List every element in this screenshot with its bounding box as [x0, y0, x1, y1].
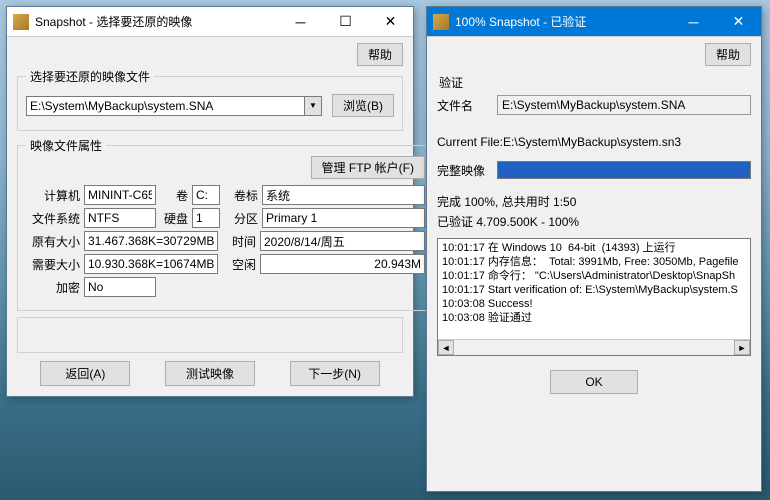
image-path-input[interactable]: [26, 96, 304, 116]
log-content: 10:01:17 在 Windows 10 64-bit (14393) 上运行…: [442, 242, 739, 324]
computer-field[interactable]: [84, 185, 156, 205]
window-title: 100% Snapshot - 已验证: [455, 13, 671, 30]
window-content: 帮助 验证 文件名 E:\System\MyBackup\system.SNA …: [427, 37, 761, 404]
vollabel-field[interactable]: [262, 185, 425, 205]
image-path-dropdown[interactable]: ▼: [26, 96, 322, 116]
full-image-label: 完整映像: [437, 162, 489, 179]
log-textarea[interactable]: 10:01:17 在 Windows 10 64-bit (14393) 上运行…: [437, 238, 751, 356]
verify-window: 100% Snapshot - 已验证 ─ ✕ 帮助 验证 文件名 E:\Sys…: [426, 6, 762, 492]
help-button[interactable]: 帮助: [357, 43, 403, 66]
empty-group: [17, 317, 403, 353]
window-title: Snapshot - 选择要还原的映像: [35, 13, 278, 30]
help-button[interactable]: 帮助: [705, 43, 751, 66]
image-properties-group: 映像文件属性 管理 FTP 帐户(F) 计算机 卷 卷标 文件系统 硬盘 分区: [17, 137, 434, 311]
free-label: 空闲: [222, 256, 256, 273]
filename-field: E:\System\MyBackup\system.SNA: [497, 95, 751, 115]
computer-label: 计算机: [26, 187, 80, 204]
browse-button[interactable]: 浏览(B): [332, 94, 394, 117]
manage-ftp-button[interactable]: 管理 FTP 帐户(F): [311, 156, 425, 179]
verified-line: 已验证 4.709.500K - 100%: [437, 213, 751, 230]
volume-field[interactable]: [192, 185, 220, 205]
volume-label: 卷: [160, 187, 188, 204]
app-icon: [13, 14, 29, 30]
verify-label: 验证: [439, 74, 751, 91]
disk-field[interactable]: [192, 208, 220, 228]
ok-button[interactable]: OK: [550, 370, 638, 394]
encrypt-field[interactable]: [84, 277, 156, 297]
free-field[interactable]: [260, 254, 425, 274]
fs-label: 文件系统: [26, 210, 80, 227]
current-file-line: Current File:E:\System\MyBackup\system.s…: [437, 135, 751, 149]
image-properties-legend: 映像文件属性: [26, 137, 106, 154]
origsize-field[interactable]: [84, 231, 218, 251]
origsize-label: 原有大小: [26, 233, 80, 250]
app-icon: [433, 14, 449, 30]
filename-label: 文件名: [437, 97, 489, 114]
vollabel-label: 卷标: [224, 187, 258, 204]
done-line: 完成 100%, 总共用时 1:50: [437, 193, 751, 210]
minimize-button[interactable]: ─: [278, 7, 323, 36]
window-controls: ─ ✕: [671, 7, 761, 36]
close-button[interactable]: ✕: [368, 7, 413, 36]
window-content: 帮助 选择要还原的映像文件 ▼ 浏览(B) 映像文件属性 管理 FTP 帐户(F…: [7, 37, 413, 396]
close-button[interactable]: ✕: [716, 7, 761, 36]
next-button[interactable]: 下一步(N): [290, 361, 380, 386]
restore-image-window: Snapshot - 选择要还原的映像 ─ ☐ ✕ 帮助 选择要还原的映像文件 …: [6, 6, 414, 397]
window-controls: ─ ☐ ✕: [278, 7, 413, 36]
bottom-buttons: 返回(A) 测试映像 下一步(N): [17, 361, 403, 386]
needsize-field[interactable]: [84, 254, 218, 274]
test-image-button[interactable]: 测试映像: [165, 361, 255, 386]
time-label: 时间: [222, 233, 256, 250]
back-button[interactable]: 返回(A): [40, 361, 130, 386]
dropdown-arrow-icon[interactable]: ▼: [304, 96, 322, 116]
minimize-button[interactable]: ─: [671, 7, 716, 36]
horizontal-scrollbar[interactable]: ◄ ►: [438, 339, 750, 355]
maximize-button[interactable]: ☐: [323, 7, 368, 36]
partition-field[interactable]: [262, 208, 425, 228]
titlebar[interactable]: Snapshot - 选择要还原的映像 ─ ☐ ✕: [7, 7, 413, 37]
select-image-legend: 选择要还原的映像文件: [26, 68, 154, 85]
progress-fill: [498, 162, 750, 178]
select-image-group: 选择要还原的映像文件 ▼ 浏览(B): [17, 68, 403, 131]
disk-label: 硬盘: [160, 210, 188, 227]
time-field[interactable]: [260, 231, 425, 251]
partition-label: 分区: [224, 210, 258, 227]
fs-field[interactable]: [84, 208, 156, 228]
scroll-right-icon[interactable]: ►: [734, 340, 750, 355]
needsize-label: 需要大小: [26, 256, 80, 273]
encrypt-label: 加密: [26, 279, 80, 296]
titlebar[interactable]: 100% Snapshot - 已验证 ─ ✕: [427, 7, 761, 37]
progress-bar: [497, 161, 751, 179]
scroll-left-icon[interactable]: ◄: [438, 340, 454, 355]
